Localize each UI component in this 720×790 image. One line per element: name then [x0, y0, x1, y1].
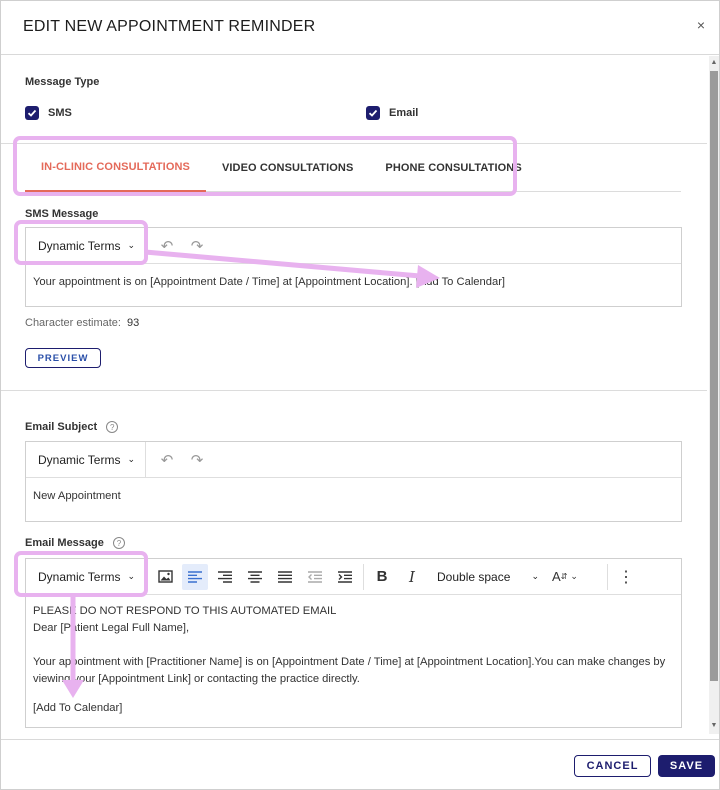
toolbar-separator [363, 563, 364, 590]
email-checkbox[interactable]: Email [366, 106, 418, 120]
modal-title: EDIT NEW APPOINTMENT REMINDER [23, 18, 316, 35]
email-line: PLEASE DO NOT RESPOND TO THIS AUTOMATED … [33, 605, 337, 617]
italic-icon[interactable]: I [397, 559, 427, 595]
align-justify-icon[interactable] [270, 559, 300, 595]
scroll-down-arrow-icon[interactable]: ▼ [710, 721, 718, 731]
sms-editor: Dynamic Terms ⌄ ↶ ↷ Your appointment is … [25, 227, 682, 307]
redo-icon[interactable]: ↷ [182, 442, 212, 478]
sms-dynamic-terms-dropdown[interactable]: Dynamic Terms ⌄ [26, 227, 146, 264]
align-left-icon[interactable] [182, 563, 208, 590]
email-subject-dynamic-terms-dropdown[interactable]: Dynamic Terms ⌄ [26, 441, 146, 478]
email-message-toolbar: Dynamic Terms ⌄ B I Double space ⌄ A ⇵ ⌄… [26, 558, 681, 595]
email-message-input[interactable]: PLEASE DO NOT RESPOND TO THIS AUTOMATED … [26, 595, 681, 727]
character-estimate-label: Character estimate: [25, 317, 121, 329]
outdent-icon[interactable] [300, 559, 330, 595]
bold-icon[interactable]: B [367, 559, 397, 595]
checkbox-checked-icon[interactable] [25, 106, 39, 120]
chevron-down-icon: ⌄ [531, 571, 539, 581]
email-subject-label: Email Subject [25, 421, 98, 433]
toolbar-separator [607, 563, 608, 590]
dynamic-terms-label: Dynamic Terms [38, 238, 121, 253]
edit-reminder-modal: EDIT NEW APPOINTMENT REMINDER × ▲ ▼ Mess… [0, 0, 720, 790]
modal-footer: CANCEL SAVE [1, 739, 719, 790]
character-estimate-value: 93 [127, 317, 140, 329]
email-line: Your appointment with [Practitioner Name… [33, 656, 666, 685]
undo-icon[interactable]: ↶ [152, 442, 182, 478]
message-type-label: Message Type [25, 76, 100, 88]
email-subject-heading: Email Subject ? [25, 421, 119, 434]
preview-button[interactable]: PREVIEW [25, 348, 101, 368]
sms-toolbar: Dynamic Terms ⌄ ↶ ↷ [26, 227, 681, 264]
help-icon[interactable]: ? [106, 421, 119, 434]
align-center-icon[interactable] [240, 559, 270, 595]
tab-video-consultations[interactable]: VIDEO CONSULTATIONS [206, 144, 369, 192]
help-icon[interactable]: ? [112, 537, 125, 550]
consultation-tabs: IN-CLINIC CONSULTATIONS VIDEO CONSULTATI… [25, 144, 681, 192]
chevron-down-icon: ⌄ [127, 571, 136, 581]
dynamic-terms-label: Dynamic Terms [38, 452, 121, 467]
undo-icon[interactable]: ↶ [152, 228, 182, 264]
chevron-down-icon: ⌄ [127, 454, 136, 464]
email-line: [Add To Calendar] [33, 702, 123, 714]
align-right-icon[interactable] [210, 559, 240, 595]
scrollbar-thumb[interactable] [710, 71, 718, 681]
email-line: Dear [Patient Legal Full Name], [33, 622, 190, 634]
sms-message-input[interactable]: Your appointment is on [Appointment Date… [26, 264, 681, 301]
close-icon[interactable]: × [697, 17, 705, 33]
email-message-editor: Dynamic Terms ⌄ B I Double space ⌄ A ⇵ ⌄… [25, 558, 682, 728]
chevron-down-icon: ⌄ [127, 240, 136, 250]
font-size-icon[interactable]: A ⇵ ⌄ [545, 559, 585, 595]
modal-header: EDIT NEW APPOINTMENT REMINDER × [1, 1, 719, 55]
character-estimate: Character estimate: 93 [25, 317, 139, 329]
insert-image-icon[interactable] [150, 559, 180, 595]
indent-icon[interactable] [330, 559, 360, 595]
email-message-heading: Email Message ? [25, 537, 125, 550]
section-divider [1, 390, 707, 391]
scroll-up-arrow-icon[interactable]: ▲ [710, 58, 718, 68]
email-subject-toolbar: Dynamic Terms ⌄ ↶ ↷ [26, 441, 681, 478]
dynamic-terms-label: Dynamic Terms [38, 569, 121, 584]
line-spacing-value: Double space [437, 569, 511, 584]
save-button[interactable]: SAVE [658, 755, 715, 777]
email-subject-editor: Dynamic Terms ⌄ ↶ ↷ New Appointment [25, 441, 682, 522]
cancel-button[interactable]: CANCEL [574, 755, 651, 777]
tab-phone-consultations[interactable]: PHONE CONSULTATIONS [369, 144, 537, 192]
email-subject-input[interactable]: New Appointment [26, 478, 681, 515]
redo-icon[interactable]: ↷ [182, 228, 212, 264]
checkbox-checked-icon[interactable] [366, 106, 380, 120]
sms-message-label: SMS Message [25, 208, 99, 220]
sms-checkbox[interactable]: SMS [25, 106, 72, 120]
sms-checkbox-label: SMS [48, 107, 72, 119]
more-options-icon[interactable]: ⋮ [611, 559, 641, 595]
tab-in-clinic-consultations[interactable]: IN-CLINIC CONSULTATIONS [25, 144, 206, 192]
email-checkbox-label: Email [389, 107, 419, 119]
email-message-label: Email Message [25, 537, 104, 549]
email-message-dynamic-terms-dropdown[interactable]: Dynamic Terms ⌄ [26, 558, 146, 595]
line-spacing-dropdown[interactable]: Double space ⌄ [427, 570, 545, 584]
